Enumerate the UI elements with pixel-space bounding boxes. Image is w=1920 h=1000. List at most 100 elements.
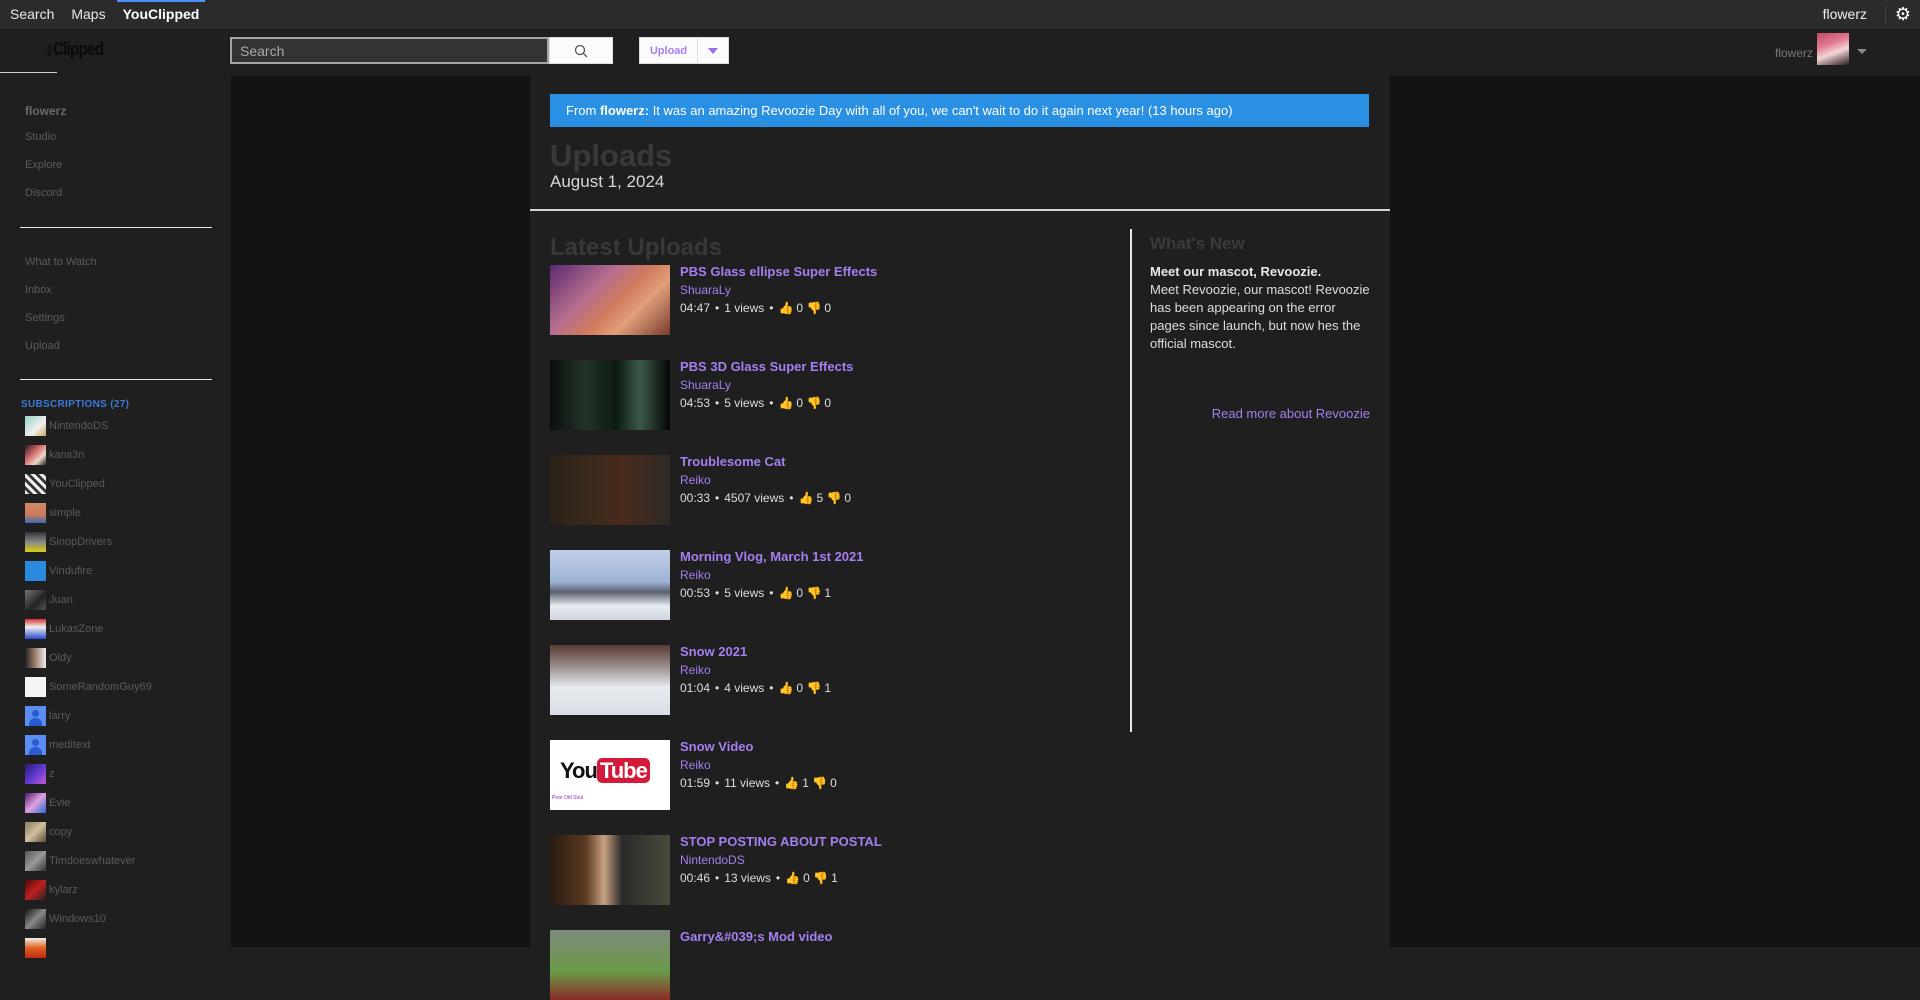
site-logo[interactable]: YouClipped bbox=[47, 39, 104, 60]
video-title[interactable]: Troublesome Cat bbox=[680, 453, 851, 471]
upload-button[interactable]: Upload bbox=[640, 38, 698, 63]
sidebar-item-upload[interactable]: Upload bbox=[25, 340, 60, 352]
user-avatar[interactable] bbox=[1817, 33, 1849, 65]
video-author[interactable]: Reiko bbox=[680, 566, 864, 584]
video-thumbnail[interactable] bbox=[550, 645, 670, 715]
thumbs-down-icon: 👎 bbox=[806, 681, 822, 695]
thumbs-down-icon: 👎 bbox=[826, 491, 842, 505]
separator-dot: • bbox=[715, 681, 720, 695]
subscriptions-heading[interactable]: SUBSCRIPTIONS (27) bbox=[21, 399, 129, 410]
subscription-item[interactable]: Evie bbox=[25, 793, 70, 813]
sidebar-item-inbox[interactable]: Inbox bbox=[25, 284, 52, 296]
dislike-count: 0 bbox=[844, 491, 852, 505]
dislike-count: 1 bbox=[831, 871, 838, 885]
video-thumbnail[interactable] bbox=[550, 455, 670, 525]
video-title[interactable]: STOP POSTING ABOUT POSTAL bbox=[680, 833, 882, 851]
video-meta: 04:53 • 5 views • 👍 0 👎 0 bbox=[680, 394, 853, 412]
sidebar-item-what-to-watch[interactable]: What to Watch bbox=[25, 256, 97, 268]
sidebar-item-explore[interactable]: Explore bbox=[25, 159, 62, 171]
subscription-item[interactable]: LukasZone bbox=[25, 619, 103, 639]
top-nav-youclipped[interactable]: YouClipped bbox=[116, 0, 206, 29]
like-count: 5 bbox=[816, 491, 824, 505]
sidebar-username[interactable]: flowerz bbox=[25, 104, 66, 118]
whats-new-panel: What's New Meet our mascot, Revoozie. Me… bbox=[1150, 234, 1370, 421]
video-author[interactable]: Reiko bbox=[680, 756, 837, 774]
thumbs-down-icon: 👎 bbox=[812, 776, 828, 790]
video-meta: 01:59 • 11 views • 👍 1 👎 0 bbox=[680, 774, 837, 792]
subscription-item[interactable]: z bbox=[25, 764, 55, 784]
video-title[interactable]: Morning Vlog, March 1st 2021 bbox=[680, 548, 864, 566]
page-title: Uploads bbox=[550, 138, 673, 173]
video-author[interactable]: ShuaraLy bbox=[680, 376, 853, 394]
video-author[interactable]: Reiko bbox=[680, 471, 851, 489]
subscription-item[interactable]: meditext bbox=[25, 735, 91, 755]
top-bar-divider bbox=[1885, 6, 1886, 23]
top-nav-search[interactable]: Search bbox=[10, 0, 54, 29]
video-thumbnail[interactable] bbox=[550, 835, 670, 905]
upload-dropdown-button[interactable] bbox=[698, 38, 728, 63]
top-bar-username[interactable]: flowerz bbox=[1823, 0, 1867, 29]
header-username[interactable]: flowerz bbox=[1775, 46, 1813, 60]
subscription-item[interactable]: Vindufire bbox=[25, 561, 92, 581]
video-meta: 00:33 • 4507 views • 👍 5 👎 0 bbox=[680, 489, 851, 507]
subscription-item[interactable]: copy bbox=[25, 822, 72, 842]
search-icon bbox=[574, 44, 588, 57]
subscription-item[interactable]: kans3n bbox=[25, 445, 84, 465]
page-date: August 1, 2024 bbox=[550, 172, 665, 191]
subscription-item[interactable]: kylarz bbox=[25, 880, 78, 900]
like-count: 0 bbox=[796, 301, 804, 315]
video-meta: 04:47 • 1 views • 👍 0 👎 0 bbox=[680, 299, 877, 317]
video-thumbnail[interactable] bbox=[550, 265, 670, 335]
read-more-link[interactable]: Read more about Revoozie bbox=[1212, 406, 1370, 421]
video-author[interactable]: NintendoDS bbox=[680, 851, 882, 869]
video-thumbnail[interactable] bbox=[550, 930, 670, 1000]
channel-name: z bbox=[49, 768, 55, 780]
subscription-item[interactable]: Oldy bbox=[25, 648, 72, 668]
subscription-item[interactable]: Juan bbox=[25, 590, 73, 610]
subscription-item[interactable] bbox=[25, 938, 49, 958]
sidebar-item-discord[interactable]: Discord bbox=[25, 187, 62, 199]
sidebar-item-settings[interactable]: Settings bbox=[25, 312, 65, 324]
dislike-count: 1 bbox=[824, 681, 832, 695]
video-thumbnail[interactable]: You Tube Poor Old Soul bbox=[550, 740, 670, 810]
video-title[interactable]: PBS 3D Glass Super Effects bbox=[680, 358, 853, 376]
subscription-item[interactable]: larry bbox=[25, 706, 70, 726]
video-title[interactable]: PBS Glass ellipse Super Effects bbox=[680, 263, 877, 281]
channel-name: simple bbox=[49, 507, 81, 519]
video-author[interactable]: ShuaraLy bbox=[680, 281, 877, 299]
thumbs-up-icon: 👍 bbox=[784, 776, 800, 790]
video-title[interactable]: Snow 2021 bbox=[680, 643, 831, 661]
search-input[interactable] bbox=[230, 37, 549, 64]
separator-dot: • bbox=[715, 776, 720, 790]
video-thumbnail[interactable] bbox=[550, 360, 670, 430]
subscription-item[interactable]: YouClipped bbox=[25, 474, 105, 494]
subscription-item[interactable]: SomeRandomGuy69 bbox=[25, 677, 152, 697]
thumbs-down-icon: 👎 bbox=[806, 396, 822, 410]
video-item: PBS Glass ellipse Super Effects ShuaraLy… bbox=[550, 263, 1110, 335]
top-nav-maps[interactable]: Maps bbox=[71, 0, 105, 29]
sidebar-item-studio[interactable]: Studio bbox=[25, 131, 56, 143]
subscription-item[interactable]: SinopDrivers bbox=[25, 532, 112, 552]
subscription-item[interactable]: simple bbox=[25, 503, 81, 523]
video-meta: 00:46 • 13 views • 👍 0 👎 1 bbox=[680, 869, 882, 887]
account-menu-caret-icon[interactable] bbox=[1857, 49, 1867, 54]
channel-avatar bbox=[25, 445, 46, 465]
video-thumbnail[interactable] bbox=[550, 550, 670, 620]
thumbs-up-icon: 👍 bbox=[778, 586, 794, 600]
search-button[interactable] bbox=[549, 37, 613, 64]
top-nav: Search Maps YouClipped bbox=[10, 0, 216, 29]
gear-icon[interactable]: ⚙ bbox=[1894, 5, 1912, 23]
separator-dot: • bbox=[715, 396, 720, 410]
separator-dot: • bbox=[769, 681, 774, 695]
subscription-item[interactable]: Timdoeswhatever bbox=[25, 851, 135, 871]
header-divider bbox=[530, 209, 1390, 211]
separator-dot: • bbox=[715, 491, 720, 505]
video-title[interactable]: Garry&#039;s Mod video bbox=[680, 928, 832, 946]
video-author[interactable]: Reiko bbox=[680, 661, 831, 679]
sidebar-divider bbox=[20, 379, 212, 380]
subscription-item[interactable]: NintendoDS bbox=[25, 416, 108, 436]
whats-new-subheading: Meet our mascot, Revoozie. bbox=[1150, 264, 1322, 279]
video-title[interactable]: Snow Video bbox=[680, 738, 837, 756]
announcement-author[interactable]: flowerz: bbox=[600, 103, 649, 118]
subscription-item[interactable]: Windows10 bbox=[25, 909, 106, 929]
